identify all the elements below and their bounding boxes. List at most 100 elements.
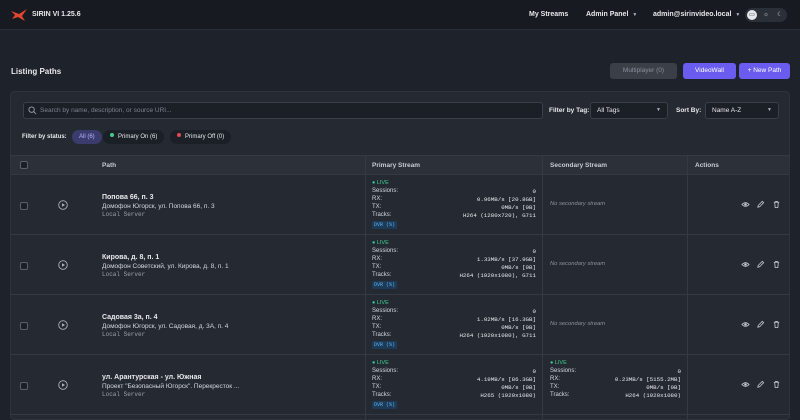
multiplayer-button[interactable]: Multiplayer (0) bbox=[610, 63, 677, 79]
eye-icon[interactable] bbox=[741, 380, 750, 389]
play-circle-icon[interactable] bbox=[58, 380, 68, 390]
pencil-icon[interactable] bbox=[756, 260, 765, 269]
row-checkbox[interactable] bbox=[20, 322, 28, 330]
videowall-label: VideoWall bbox=[695, 67, 724, 74]
primary-rx: 1.02MB/s [16.3GB] bbox=[476, 316, 536, 323]
primary-sessions: 0 bbox=[532, 248, 536, 255]
monitor-icon[interactable]: ▭ bbox=[747, 10, 757, 20]
row-checkbox[interactable] bbox=[20, 202, 28, 210]
trash-icon[interactable] bbox=[772, 380, 781, 389]
tag-select[interactable]: All Tags ▼ bbox=[590, 102, 668, 119]
user-email: admin@sirinvideo.local bbox=[653, 11, 732, 18]
chevron-down-icon: ▼ bbox=[735, 12, 741, 18]
search-box bbox=[23, 102, 543, 119]
table-row[interactable]: Кирова, д. 8, п. 1 Домофон Советский, ул.… bbox=[11, 236, 789, 295]
status-chip-all[interactable]: All (6) bbox=[72, 130, 102, 144]
primary-tx: 0MB/s [0B] bbox=[501, 204, 536, 211]
table-header: Path Primary Stream Secondary Stream Act… bbox=[11, 155, 789, 175]
path-description: Проект "Безопасный Югорск". Перекресток … bbox=[102, 383, 240, 390]
new-path-button[interactable]: + New Path bbox=[739, 63, 790, 79]
theme-switcher: ▭ ☼ ☾ bbox=[745, 8, 787, 22]
primary-tracks: H264 (1920x1080), G711 bbox=[459, 272, 536, 279]
status-chip-primary-off[interactable]: Primary Off (0) bbox=[170, 130, 232, 144]
status-chip-off-label: Primary Off (0) bbox=[185, 134, 225, 140]
stat-label-rx: RX: bbox=[372, 316, 383, 322]
stat-label-tracks: Tracks: bbox=[550, 392, 570, 398]
trash-icon[interactable] bbox=[772, 260, 781, 269]
stat-label-tx: TX: bbox=[372, 264, 382, 270]
eye-icon[interactable] bbox=[741, 200, 750, 209]
path-server: Local Server bbox=[102, 391, 146, 398]
primary-tx: 0MB/s [0B] bbox=[501, 324, 536, 331]
status-chip-on-label: Primary On (6) bbox=[118, 134, 158, 140]
stat-label-tracks: Tracks: bbox=[372, 212, 392, 218]
stat-label-tracks: Tracks: bbox=[372, 272, 392, 278]
dvr-badge: DVR (%) bbox=[372, 341, 398, 349]
trash-icon[interactable] bbox=[772, 200, 781, 209]
table-row[interactable]: Попова 66, п. 3 Домофон Югорск, ул. Попов… bbox=[11, 176, 789, 235]
tag-select-value: All Tags bbox=[597, 107, 620, 114]
trash-icon[interactable] bbox=[772, 320, 781, 329]
stat-label-sessions: Sessions: bbox=[550, 368, 577, 374]
videowall-button[interactable]: VideoWall bbox=[683, 63, 736, 79]
pencil-icon[interactable] bbox=[756, 380, 765, 389]
sort-select[interactable]: Name A-Z ▼ bbox=[705, 102, 779, 119]
row-checkbox[interactable] bbox=[20, 262, 28, 270]
table-row[interactable]: ул. Арантурская - ул. Южная Проект "Безоп… bbox=[11, 356, 789, 415]
path-description: Домофон Югорск, ул. Попова 66, п. 3 bbox=[102, 203, 215, 210]
moon-icon[interactable]: ☾ bbox=[775, 10, 785, 20]
stat-label-tx: TX: bbox=[372, 204, 382, 210]
sun-icon[interactable]: ☼ bbox=[761, 10, 771, 20]
table-row[interactable]: Садовая 3а, п. 4 Домофон Югорск, ул. Садо… bbox=[11, 296, 789, 355]
app-name: SIRIN VI 1.25.6 bbox=[32, 11, 81, 18]
user-menu[interactable]: admin@sirinvideo.local ▼ bbox=[653, 11, 740, 18]
header-primary: Primary Stream bbox=[372, 162, 421, 169]
status-off-dot bbox=[177, 133, 181, 138]
dvr-badge: DVR (%) bbox=[372, 221, 398, 229]
stat-label-tx: TX: bbox=[372, 324, 382, 330]
status-chip-primary-on[interactable]: Primary On (6) bbox=[103, 130, 165, 144]
path-description: Домофон Советский, ул. Кирова, д. 8, п. … bbox=[102, 263, 229, 270]
no-secondary-text: No secondary stream bbox=[550, 261, 606, 267]
stat-label-rx: RX: bbox=[550, 376, 561, 382]
path-server: Local Server bbox=[102, 211, 146, 218]
header-actions: Actions bbox=[695, 162, 719, 169]
primary-tracks: H264 (1920x1080), G711 bbox=[459, 332, 536, 339]
secondary-tracks: H264 (1920x1080) bbox=[625, 392, 681, 399]
secondary-tx: 0MB/s [0B] bbox=[646, 384, 681, 391]
play-circle-icon[interactable] bbox=[58, 320, 68, 330]
pencil-icon[interactable] bbox=[756, 320, 765, 329]
sort-label: Sort By: bbox=[676, 107, 702, 114]
new-path-label: + New Path bbox=[747, 67, 782, 74]
path-description: Домофон Югорск, ул. Садовая, д. 3А, п. 4 bbox=[102, 323, 229, 330]
eye-icon[interactable] bbox=[741, 260, 750, 269]
no-secondary-text: No secondary stream bbox=[550, 201, 606, 207]
nav-admin-panel[interactable]: Admin Panel ▼ bbox=[586, 11, 637, 18]
page-title: Listing Paths bbox=[11, 67, 62, 76]
row-checkbox[interactable] bbox=[20, 382, 28, 390]
dvr-badge: DVR (%) bbox=[372, 401, 398, 409]
search-icon bbox=[28, 106, 37, 115]
primary-sessions: 0 bbox=[532, 188, 536, 195]
eye-icon[interactable] bbox=[741, 320, 750, 329]
stat-label-rx: RX: bbox=[372, 256, 383, 262]
primary-rx: 4.19MB/s [86.3GB] bbox=[476, 376, 536, 383]
secondary-sessions: 0 bbox=[677, 368, 681, 375]
pencil-icon[interactable] bbox=[756, 200, 765, 209]
primary-sessions: 0 bbox=[532, 308, 536, 315]
play-circle-icon[interactable] bbox=[58, 200, 68, 210]
stat-label-tracks: Tracks: bbox=[372, 392, 392, 398]
chevron-down-icon: ▼ bbox=[632, 12, 638, 18]
status-filter-label: Filter by status: bbox=[22, 134, 67, 140]
header-secondary: Secondary Stream bbox=[550, 162, 608, 169]
path-name: Кирова, д. 8, п. 1 bbox=[102, 254, 160, 261]
nav-my-streams[interactable]: My Streams bbox=[529, 11, 568, 18]
stat-label-sessions: Sessions: bbox=[372, 188, 399, 194]
header-path: Path bbox=[102, 162, 117, 169]
top-bar: SIRIN VI 1.25.6 My Streams Admin Panel ▼ … bbox=[0, 0, 800, 30]
path-name: ул. Арантурская - ул. Южная bbox=[102, 374, 202, 381]
play-circle-icon[interactable] bbox=[58, 260, 68, 270]
select-all-checkbox[interactable] bbox=[20, 161, 28, 169]
search-input[interactable] bbox=[40, 104, 535, 117]
stat-label-rx: RX: bbox=[372, 196, 383, 202]
